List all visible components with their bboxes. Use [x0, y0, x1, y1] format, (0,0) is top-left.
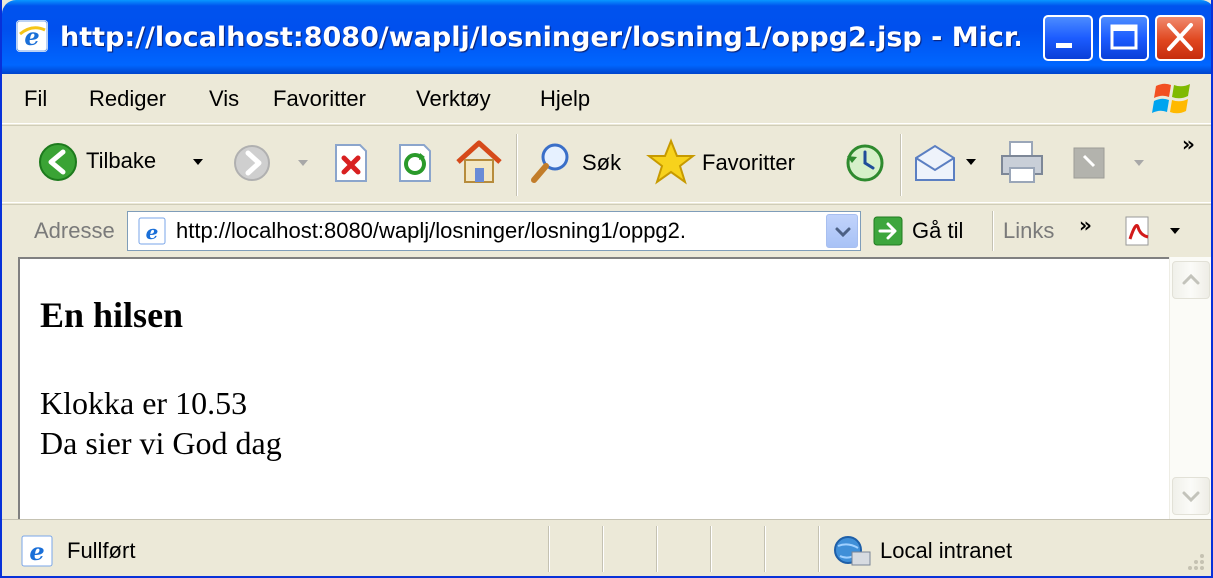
menu-file[interactable]: Fil — [24, 84, 47, 114]
menu-favorites[interactable]: Favoritter — [273, 84, 366, 114]
toolbar-separator — [516, 134, 518, 196]
minimize-icon — [1056, 43, 1072, 48]
home-icon — [456, 140, 502, 183]
star-icon — [646, 138, 696, 185]
history-button[interactable] — [842, 140, 888, 186]
menu-view[interactable]: Vis — [209, 84, 239, 114]
address-label: Adresse — [34, 218, 115, 243]
scroll-down-button[interactable] — [1172, 477, 1210, 515]
vertical-scrollbar[interactable] — [1169, 257, 1211, 519]
status-text: Fullført — [67, 538, 136, 563]
svg-text:e: e — [29, 537, 44, 566]
windows-logo-icon — [1152, 80, 1194, 118]
time-text: Klokka er 10.53 — [40, 385, 248, 421]
close-icon — [1167, 23, 1193, 51]
intranet-zone-icon — [834, 536, 871, 566]
close-button[interactable] — [1155, 15, 1205, 61]
resize-grip-icon[interactable] — [1182, 548, 1206, 572]
standard-toolbar: Tilbake Søk Favoritter » — [2, 125, 1211, 203]
chevron-down-icon — [1182, 491, 1200, 503]
links-overflow-chevron[interactable]: » — [1079, 215, 1092, 235]
menu-edit[interactable]: Rediger — [89, 84, 166, 114]
refresh-button[interactable] — [394, 142, 436, 184]
address-field[interactable]: e http://localhost:8080/waplj/losninger/… — [127, 211, 861, 251]
stop-button[interactable] — [330, 142, 372, 184]
scroll-up-button[interactable] — [1172, 261, 1210, 299]
edit-button[interactable] — [1072, 146, 1152, 182]
title-bar[interactable]: e http://localhost:8080/waplj/losninger/… — [2, 0, 1211, 74]
menu-help[interactable]: Hjelp — [540, 84, 590, 114]
ie-page-icon: e — [138, 217, 166, 245]
status-divider — [710, 526, 712, 572]
browser-window: e http://localhost:8080/waplj/losninger/… — [0, 0, 1213, 578]
page-heading: En hilsen — [40, 295, 184, 335]
toolbar-overflow-chevron[interactable]: » — [1182, 134, 1195, 154]
address-dropdown-button[interactable] — [826, 214, 858, 248]
greeting-text: Da sier vi God dag — [40, 425, 282, 461]
favorites-label: Favoritter — [702, 150, 795, 175]
home-button[interactable] — [454, 138, 504, 186]
maximize-icon — [1110, 24, 1138, 50]
search-button[interactable]: Søk — [528, 140, 638, 186]
address-separator — [992, 211, 994, 251]
window-title: http://localhost:8080/waplj/losninger/lo… — [60, 22, 1020, 53]
svg-text:e: e — [146, 220, 159, 244]
page-content: En hilsen Klokka er 10.53 Da sier vi God… — [18, 257, 1169, 519]
status-divider — [602, 526, 604, 572]
back-arrow-icon — [39, 143, 77, 181]
go-label[interactable]: Gå til — [912, 216, 963, 246]
chevron-up-icon — [1182, 273, 1200, 285]
status-bar: e Fullført Local intranet — [2, 519, 1211, 576]
mail-button[interactable] — [912, 140, 982, 186]
go-arrow-icon — [873, 216, 903, 246]
pdf-dropdown-icon[interactable] — [1170, 228, 1180, 234]
history-icon — [846, 144, 884, 182]
search-label: Søk — [582, 150, 622, 175]
status-divider — [764, 526, 766, 572]
printer-icon — [1001, 141, 1043, 183]
forward-button[interactable] — [230, 142, 310, 186]
ie-page-icon: e — [16, 20, 48, 52]
search-icon — [531, 143, 569, 183]
status-divider — [548, 526, 550, 572]
edit-icon — [1073, 147, 1105, 179]
print-button[interactable] — [998, 138, 1046, 186]
refresh-icon — [399, 144, 431, 182]
back-label: Tilbake — [86, 148, 157, 173]
minimize-button[interactable] — [1043, 15, 1093, 61]
ie-page-icon: e — [21, 535, 53, 567]
status-divider — [818, 526, 820, 572]
stop-icon — [335, 144, 367, 182]
address-bar: Adresse e http://localhost:8080/waplj/lo… — [2, 204, 1211, 256]
pdf-button[interactable] — [1122, 215, 1184, 247]
pdf-icon — [1125, 216, 1149, 246]
back-dropdown-icon[interactable] — [193, 159, 203, 165]
toolbar-separator — [900, 134, 902, 196]
chevron-down-icon — [835, 227, 851, 238]
forward-dropdown-icon[interactable] — [298, 160, 308, 166]
status-divider — [656, 526, 658, 572]
mail-dropdown-icon[interactable] — [966, 159, 976, 165]
back-button[interactable]: Tilbake — [32, 140, 203, 186]
address-url[interactable]: http://localhost:8080/waplj/losninger/lo… — [176, 216, 816, 246]
forward-arrow-icon — [234, 145, 270, 181]
edit-dropdown-icon[interactable] — [1134, 160, 1144, 166]
favorites-button[interactable]: Favoritter — [646, 138, 826, 186]
links-label[interactable]: Links — [1003, 216, 1054, 246]
maximize-button[interactable] — [1099, 15, 1149, 61]
menu-bar: Fil Rediger Vis Favoritter Verktøy Hjelp — [2, 74, 1211, 124]
zone-text: Local intranet — [880, 538, 1013, 563]
mail-icon — [915, 144, 955, 181]
menu-tools[interactable]: Verktøy — [416, 84, 491, 114]
